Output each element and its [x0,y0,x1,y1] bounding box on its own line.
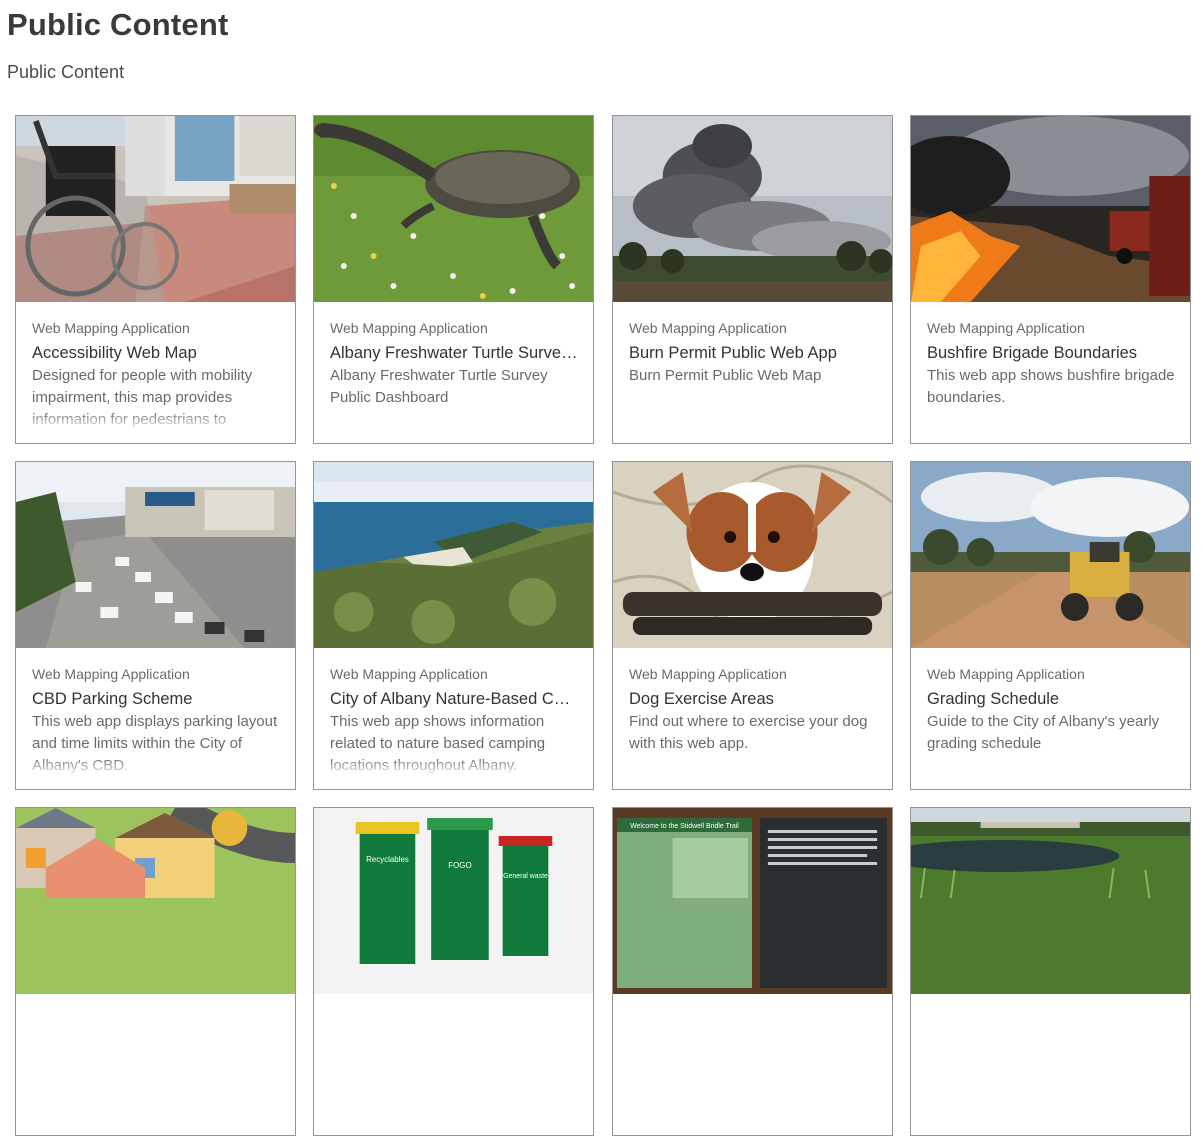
app-card-bushfire-brigade[interactable]: Web Mapping Application Bushfire Brigade… [910,115,1191,444]
card-description: Guide to the City of Albany's yearly gra… [927,713,1160,752]
card-thumbnail[interactable] [613,462,892,648]
card-title[interactable]: Albany Freshwater Turtle Survey Dashboar… [330,343,579,363]
card-type: Web Mapping Application [629,666,787,682]
app-card-nature-camping[interactable]: Web Mapping Application City of Albany N… [313,461,594,790]
card-type: Web Mapping Application [927,320,1085,336]
bin-label-fogo: FOGO [448,861,471,870]
card-title[interactable]: Burn Permit Public Web App [629,343,878,363]
app-card-wetland[interactable] [910,807,1191,1136]
card-thumbnail[interactable] [314,116,593,302]
app-card-turtle-survey[interactable]: Web Mapping Application Albany Freshwate… [313,115,594,444]
card-description: Albany Freshwater Turtle Survey Public D… [330,367,548,406]
card-type: Web Mapping Application [330,320,488,336]
card-type: Web Mapping Application [927,666,1085,682]
card-type: Web Mapping Application [629,320,787,336]
card-title[interactable]: City of Albany Nature-Based Camping [330,689,579,709]
card-thumbnail[interactable] [911,462,1190,648]
app-card-cbd-parking[interactable]: Web Mapping Application CBD Parking Sche… [15,461,296,790]
card-description: Find out where to exercise your dog with… [629,713,868,752]
page-subtitle: Public Content [7,62,125,82]
app-card-accessibility[interactable]: Web Mapping Application Accessibility We… [15,115,296,444]
card-thumbnail[interactable]: Recyclables FOGO General waste [314,808,593,994]
app-card-grading-schedule[interactable]: Web Mapping Application Grading Schedule… [910,461,1191,790]
card-title[interactable]: Dog Exercise Areas [629,689,878,709]
card-thumbnail[interactable] [911,808,1190,994]
card-type: Web Mapping Application [330,666,488,682]
card-description: This web app shows information related t… [330,713,546,774]
app-card-bridle-trail[interactable]: Welcome to the Stidwell Bridle Trail [612,807,893,1136]
card-thumbnail[interactable]: Welcome to the Stidwell Bridle Trail [613,808,892,994]
card-title[interactable]: CBD Parking Scheme [32,689,281,709]
app-card-dog-exercise[interactable]: Web Mapping Application Dog Exercise Are… [612,461,893,790]
card-thumbnail[interactable] [613,116,892,302]
card-description: Burn Permit Public Web Map [629,367,822,384]
card-title[interactable]: Accessibility Web Map [32,343,281,363]
card-type: Web Mapping Application [32,320,190,336]
app-card-burn-permit[interactable]: Web Mapping Application Burn Permit Publ… [612,115,893,444]
card-thumbnail[interactable] [16,808,295,994]
app-card-waste[interactable]: Recyclables FOGO General waste [313,807,594,1136]
page-title: Public Content [7,7,229,42]
bin-label-recyclables: Recyclables [366,855,409,864]
card-description: Designed for people with mobility impair… [32,367,253,428]
bin-label-general: General waste [503,873,548,880]
app-card-housing[interactable] [15,807,296,1136]
card-description: This web app shows bushfire brigade boun… [927,367,1175,406]
card-thumbnail[interactable] [16,462,295,648]
card-title[interactable]: Grading Schedule [927,689,1176,709]
card-thumbnail[interactable] [16,116,295,302]
card-thumbnail[interactable] [911,116,1190,302]
card-type: Web Mapping Application [32,666,190,682]
card-thumbnail[interactable] [314,462,593,648]
card-title[interactable]: Bushfire Brigade Boundaries [927,343,1176,363]
signboard-heading: Welcome to the Stidwell Bridle Trail [630,823,739,830]
card-description: This web app displays parking layout and… [32,713,278,774]
